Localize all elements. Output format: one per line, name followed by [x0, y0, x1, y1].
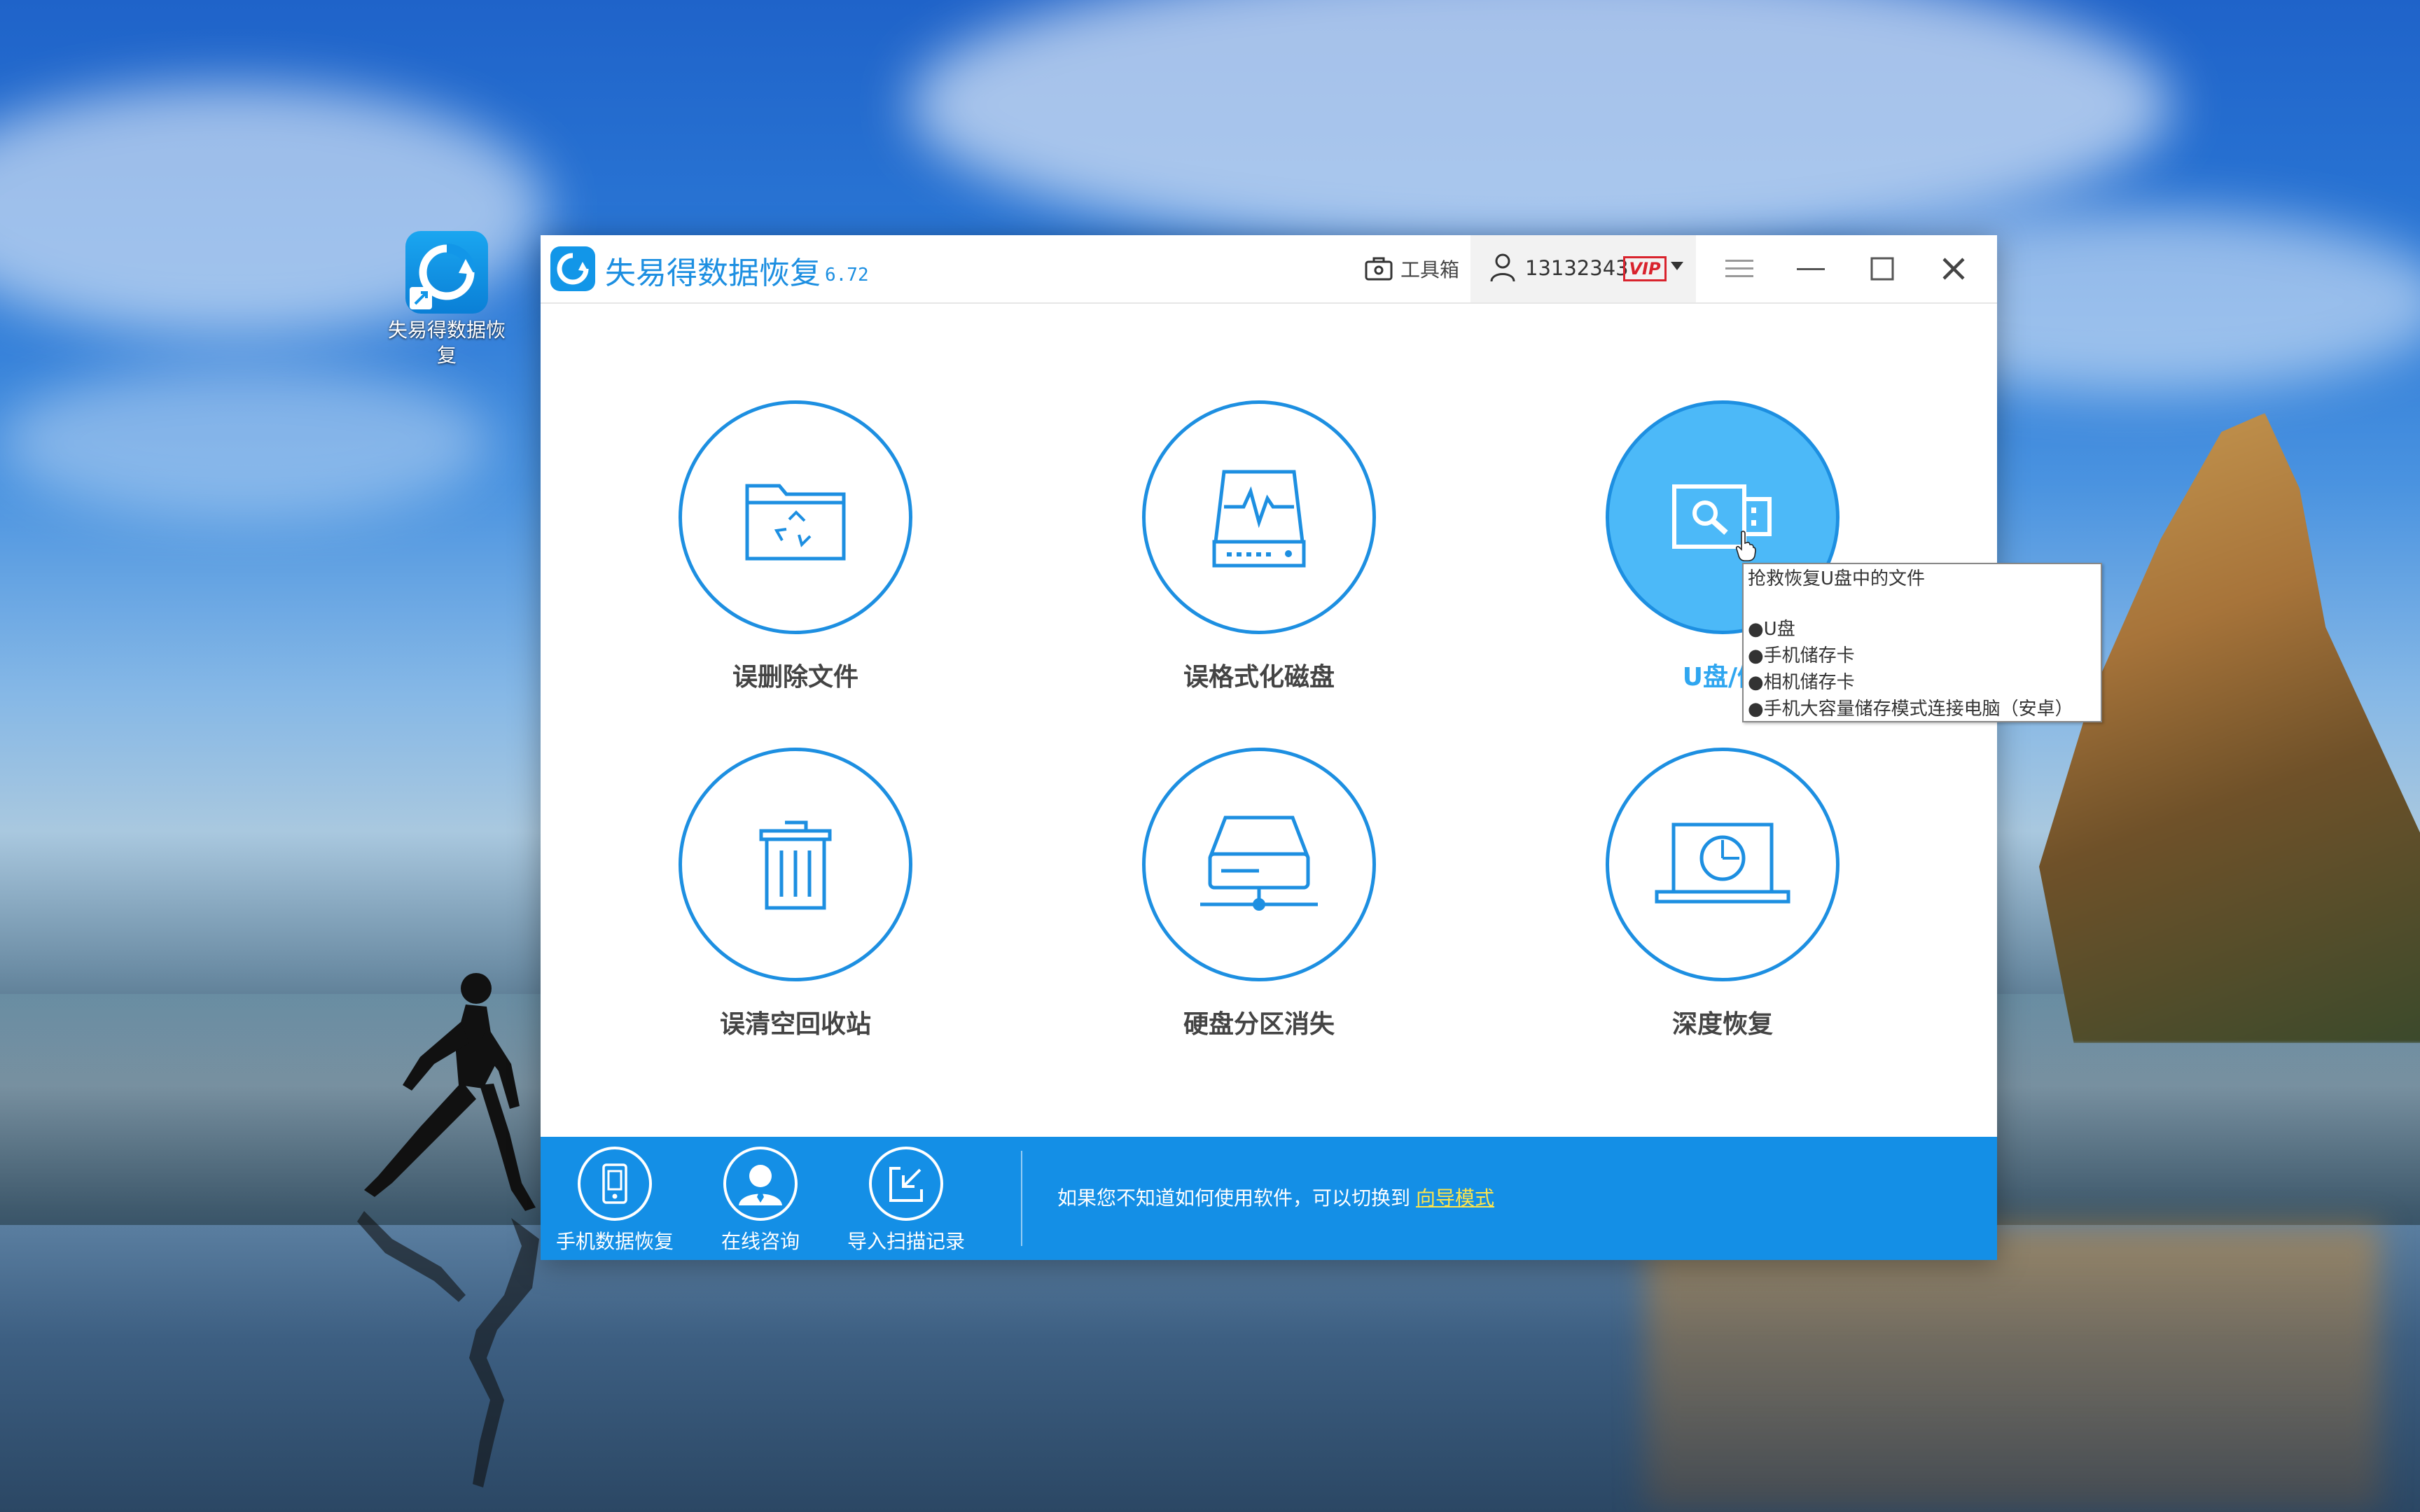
toolbox-button[interactable]: 工具箱: [1364, 253, 1459, 284]
user-account-menu[interactable]: 13132343 VIP: [1470, 235, 1696, 302]
tile-label: 误格式化磁盘: [1183, 663, 1335, 692]
minimize-button[interactable]: [1786, 245, 1836, 293]
maximize-button[interactable]: [1857, 245, 1907, 293]
user-id: 13132343: [1525, 256, 1629, 280]
app-title: 失易得数据恢复: [605, 255, 821, 291]
import-icon: [889, 1167, 923, 1202]
divider: [1021, 1151, 1022, 1246]
tile-deep-recovery[interactable]: 深度恢复: [1578, 748, 1872, 1070]
hamburger-menu-icon: [1725, 260, 1753, 277]
trash-bin-icon: [759, 820, 832, 910]
disk-pulse-icon: [1212, 470, 1306, 568]
menu-button[interactable]: [1714, 245, 1765, 293]
app-window: 失易得数据恢复 6.72 工具箱 13132343 VIP 误删除文件 误格式化…: [541, 235, 1997, 1260]
chevron-down-icon[interactable]: [1671, 262, 1683, 270]
online-consult-button[interactable]: 在线咨询: [690, 1147, 830, 1254]
tile-partition-lost[interactable]: 硬盘分区消失: [1115, 748, 1409, 1070]
app-logo-icon: [405, 231, 488, 314]
folder-recycle-icon: [745, 484, 846, 561]
close-icon: [1942, 258, 1965, 280]
tooltip-item: ●U盘: [1748, 619, 1795, 640]
tile-label: 误清空回收站: [719, 1010, 871, 1039]
tile-label: 硬盘分区消失: [1183, 1010, 1335, 1039]
title-bar[interactable]: 失易得数据恢复 6.72 工具箱 13132343 VIP: [541, 235, 1997, 304]
cliff-background: [2039, 413, 2420, 1043]
import-scan-button[interactable]: 导入扫描记录: [836, 1147, 976, 1254]
guide-mode-link[interactable]: 向导模式: [1416, 1186, 1494, 1210]
tooltip-item: ●相机储存卡: [1748, 672, 1855, 693]
usb-tooltip: 抢救恢复U盘中的文件 ●U盘 ●手机储存卡 ●相机储存卡 ●手机大容量储存模式连…: [1742, 563, 2102, 722]
tile-formatted-disk[interactable]: 误格式化磁盘: [1115, 400, 1409, 722]
guide-hint: 如果您不知道如何使用软件，可以切换到 向导模式: [1057, 1183, 1494, 1211]
usb-search-icon: [1672, 484, 1772, 549]
phone-recovery-label: 手机数据恢复: [555, 1230, 674, 1253]
network-drive-icon: [1200, 816, 1318, 911]
tile-deleted-files[interactable]: 误删除文件: [651, 400, 945, 722]
runner-silhouette: [357, 973, 539, 1488]
online-consult-label: 在线咨询: [721, 1230, 800, 1253]
maximize-icon: [1870, 257, 1894, 281]
tile-label: 误删除文件: [732, 663, 858, 692]
tooltip-item: ●手机储存卡: [1748, 645, 1855, 666]
support-agent-icon: [739, 1165, 782, 1205]
desktop-shortcut[interactable]: 失易得数据恢复: [384, 231, 510, 368]
user-icon: [1490, 253, 1515, 282]
app-version: 6.72: [825, 265, 869, 286]
desktop-icon-label: 失易得数据恢复: [387, 318, 506, 367]
tooltip-title: 抢救恢复U盘中的文件: [1748, 568, 1926, 589]
tooltip-item: ●手机大容量储存模式连接电脑（安卓）: [1748, 699, 2073, 720]
toolbox-icon: [1365, 257, 1393, 281]
bottom-bar: 手机数据恢复 在线咨询 导入扫描记录 如果您不知道如何使用软件，可以切换到 向导…: [541, 1137, 1997, 1260]
laptop-scan-icon: [1655, 822, 1790, 904]
phone-icon: [602, 1163, 627, 1204]
minimize-icon: [1797, 268, 1825, 270]
app-logo-icon: [550, 246, 595, 291]
tile-recycle-bin[interactable]: 误清空回收站: [651, 748, 945, 1070]
guide-hint-text: 如果您不知道如何使用软件，可以切换到: [1057, 1186, 1411, 1210]
vip-badge: VIP: [1623, 256, 1667, 281]
hand-cursor-icon: [1735, 531, 1756, 561]
import-scan-label: 导入扫描记录: [847, 1230, 965, 1253]
toolbox-label: 工具箱: [1400, 258, 1460, 281]
phone-recovery-button[interactable]: 手机数据恢复: [545, 1147, 685, 1254]
close-button[interactable]: [1928, 245, 1979, 293]
tile-label: 深度恢复: [1671, 1010, 1773, 1039]
